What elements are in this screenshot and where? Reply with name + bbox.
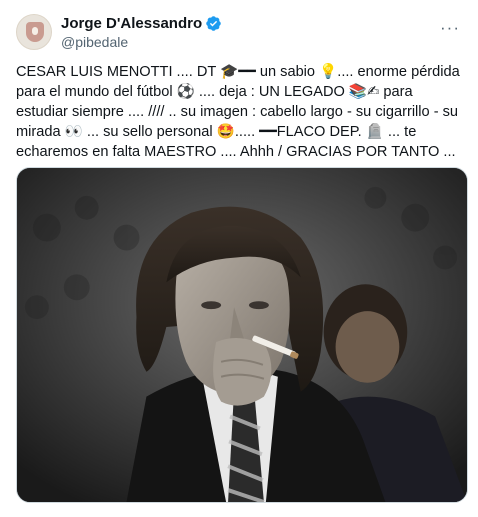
tweet-header: Jorge D'Alessandro @pibedale ··· bbox=[16, 12, 466, 52]
tweet-text: CESAR LUIS MENOTTI .... DT 🎓━━ un sabio … bbox=[16, 64, 464, 160]
more-options-button[interactable]: ··· bbox=[438, 18, 462, 38]
profile-logo-icon bbox=[26, 22, 44, 42]
author-handle[interactable]: @pibedale bbox=[61, 33, 222, 51]
tweet-photo[interactable] bbox=[16, 167, 468, 503]
photo-man-smoking-cigarette bbox=[17, 168, 467, 502]
name-row: Jorge D'Alessandro bbox=[61, 14, 222, 33]
verified-badge-icon bbox=[206, 15, 221, 31]
author-display-name[interactable]: Jorge D'Alessandro bbox=[61, 14, 202, 33]
more-options-icon: ··· bbox=[440, 18, 460, 37]
tweet-card: Jorge D'Alessandro @pibedale ··· CESAR L… bbox=[0, 0, 478, 517]
author-names: Jorge D'Alessandro @pibedale bbox=[61, 14, 222, 51]
author-avatar[interactable] bbox=[16, 14, 52, 50]
